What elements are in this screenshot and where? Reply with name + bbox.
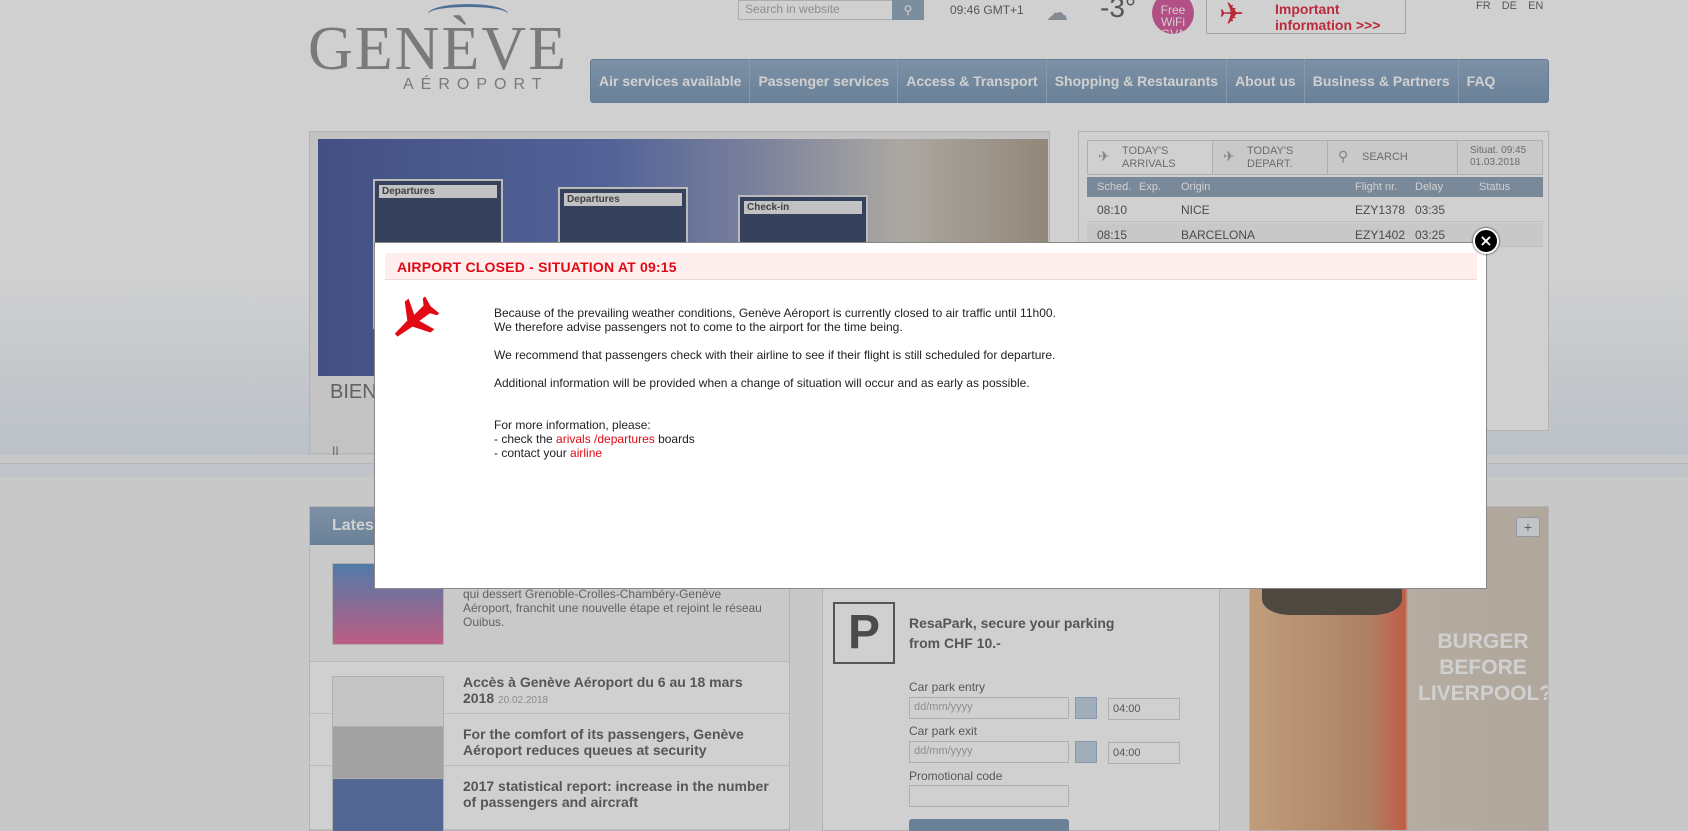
contact-airline-line: - contact your airline	[494, 446, 603, 460]
closure-notice-line2: We therefore advise passengers not to co…	[494, 320, 903, 334]
arrivals-departures-link[interactable]: arivals /departures	[556, 432, 655, 446]
check-boards-line: - check the arivals /departures boards	[494, 432, 695, 446]
closure-notice-line1: Because of the prevailing weather condit…	[494, 306, 1056, 320]
dialog-title: AIRPORT CLOSED - SITUATION AT 09:15	[397, 259, 677, 275]
red-airplane-icon	[394, 296, 439, 337]
close-icon[interactable]: ×	[1473, 228, 1499, 254]
airport-closed-dialog: AIRPORT CLOSED - SITUATION AT 09:15 Beca…	[374, 242, 1487, 589]
additional-info-notice: Additional information will be provided …	[494, 376, 1030, 390]
more-info-heading: For more information, please:	[494, 418, 651, 432]
dialog-header: AIRPORT CLOSED - SITUATION AT 09:15	[385, 253, 1477, 280]
airline-link[interactable]: airline	[570, 446, 602, 460]
airline-check-advice: We recommend that passengers check with …	[494, 348, 1056, 362]
dialog-body: Because of the prevailing weather condit…	[494, 306, 1294, 460]
